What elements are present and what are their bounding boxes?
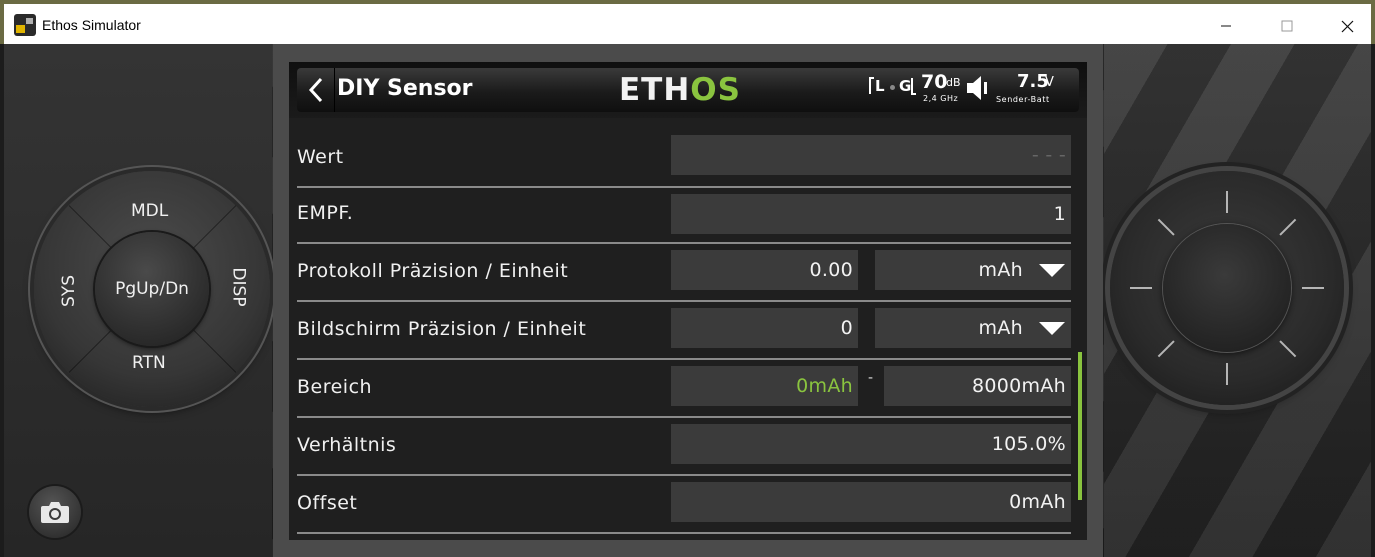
speaker-icon: [967, 76, 987, 100]
close-icon: [1341, 20, 1353, 32]
maximize-button[interactable]: [1264, 9, 1310, 43]
dpad: MDL RTN SYS DISP PgUp/Dn: [34, 171, 270, 407]
status-dot: [890, 85, 895, 90]
row-label: Wert: [297, 146, 344, 168]
ethos-logo: ETHOS: [619, 72, 741, 108]
knob-tick: [1302, 287, 1324, 289]
sys-button[interactable]: SYS: [59, 275, 79, 307]
logo-text-os: OS: [690, 72, 741, 108]
minimize-icon: [1221, 25, 1231, 27]
receiver-field[interactable]: 1: [671, 194, 1071, 234]
g-label: G: [899, 77, 912, 95]
window-titlebar: Ethos Simulator: [0, 0, 1375, 44]
screenshot-button[interactable]: [29, 486, 81, 538]
voltage-label: Sender-Batt: [996, 95, 1050, 104]
settings-row-screen-precision: Bildschirm Präzision / Einheit 0 mAh: [297, 304, 1071, 360]
radio-screen: DIY Sensor ETHOS L G 70 dB 2,4 GHz 7.5 V…: [289, 62, 1087, 540]
screen-bezel: DIY Sensor ETHOS L G 70 dB 2,4 GHz 7.5 V…: [273, 44, 1103, 557]
knob-center[interactable]: [1163, 224, 1291, 352]
status-bar: L G 70 dB 2,4 GHz 7.5 V Sender-Batt: [869, 71, 1074, 111]
knob-tick: [1157, 218, 1175, 236]
logo-text-eth: ETH: [619, 72, 691, 108]
log-precision-field[interactable]: 0.00: [671, 250, 858, 290]
row-label: EMPF.: [297, 202, 354, 224]
caret-down-icon: [1039, 264, 1065, 277]
settings-row-range: Bereich 0mAh - 8000mAh: [297, 362, 1071, 418]
rssi-value: 70: [921, 71, 948, 93]
knob-tick: [1226, 363, 1228, 385]
back-button[interactable]: [297, 68, 335, 112]
row-label: Bereich: [297, 376, 373, 398]
chevron-left-icon: [308, 77, 322, 103]
close-button[interactable]: [1324, 9, 1370, 43]
voltage-unit: V: [1045, 75, 1054, 90]
rotary-encoder[interactable]: [1110, 171, 1344, 405]
settings-row-empf: EMPF. 1: [297, 188, 1071, 244]
row-label: Protokoll Präzision / Einheit: [297, 260, 569, 282]
rtn-button[interactable]: RTN: [132, 353, 166, 373]
l-label: L: [875, 77, 885, 95]
screen-header: DIY Sensor ETHOS L G 70 dB 2,4 GHz 7.5 V…: [289, 62, 1087, 118]
camera-icon: [41, 502, 69, 523]
ratio-field[interactable]: 105.0%: [671, 424, 1071, 464]
knob-tick: [1157, 340, 1175, 358]
minimize-button[interactable]: [1203, 9, 1249, 43]
mdl-button[interactable]: MDL: [131, 201, 168, 221]
window-title: Ethos Simulator: [42, 17, 141, 33]
log-unit-dropdown[interactable]: mAh: [875, 250, 1071, 290]
rssi-unit: dB: [946, 76, 961, 89]
knob-tick: [1226, 191, 1228, 213]
screen-unit-dropdown[interactable]: mAh: [875, 308, 1071, 348]
row-label: Verhältnis: [297, 434, 397, 456]
settings-row-ratio: Verhältnis 105.0%: [297, 420, 1071, 476]
settings-row-log-precision: Protokoll Präzision / Einheit 0.00 mAh: [297, 246, 1071, 302]
range-min-field[interactable]: 0mAh: [671, 366, 858, 406]
scrollbar[interactable]: [1078, 352, 1082, 500]
caret-down-icon: [1039, 322, 1065, 335]
offset-field[interactable]: 0mAh: [671, 482, 1071, 522]
disp-button[interactable]: DISP: [229, 267, 249, 306]
knob-tick: [1130, 287, 1152, 289]
dropdown-value: mAh: [978, 259, 1023, 281]
app-icon: [14, 14, 36, 36]
settings-row-offset: Offset 0mAh: [297, 478, 1071, 534]
range-separator: -: [868, 370, 874, 386]
link-bracket-icon: [911, 78, 916, 95]
band-label: 2,4 GHz: [923, 94, 959, 103]
pgup-dn-button[interactable]: PgUp/Dn: [95, 232, 209, 346]
screen-precision-field[interactable]: 0: [671, 308, 858, 348]
simulator-body: MDL RTN SYS DISP PgUp/Dn DIY Sensor ETHO…: [4, 44, 1371, 557]
row-label: Offset: [297, 492, 358, 514]
dropdown-value: mAh: [978, 317, 1023, 339]
settings-row-wert: Wert - - -: [297, 132, 1071, 188]
range-max-field[interactable]: 8000mAh: [884, 366, 1071, 406]
knob-tick: [1279, 218, 1297, 236]
knob-tick: [1279, 340, 1297, 358]
page-title: DIY Sensor: [337, 76, 473, 101]
maximize-icon: [1281, 20, 1293, 32]
row-label: Bildschirm Präzision / Einheit: [297, 318, 587, 340]
value-field-wert: - - -: [671, 135, 1071, 175]
